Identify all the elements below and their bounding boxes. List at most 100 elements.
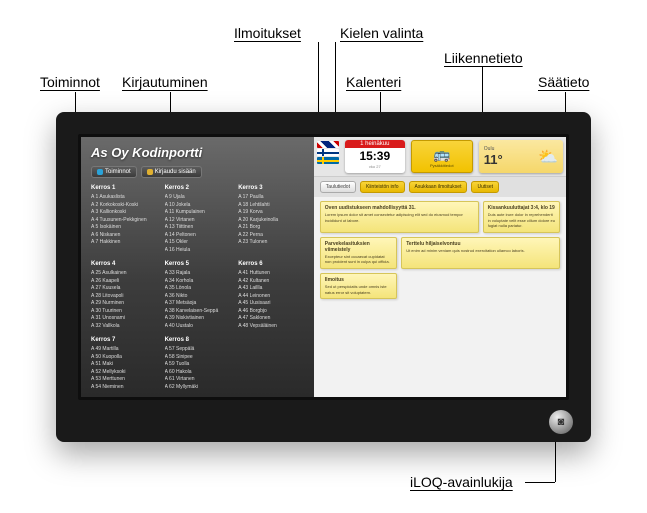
resident-entry: A 1 Asukaslista [91,194,157,202]
callout-iloq: iLOQ-avainlukija [410,474,513,490]
floor-list: A 33 RajalaA 34 KorholaA 35 LönolaA 36 N… [165,270,231,330]
tab-taulutiedot[interactable]: Taulutiedot [320,181,356,193]
floor-column: Kerros 5A 33 RajalaA 34 KorholaA 35 Löno… [165,260,231,330]
resident-entry: A 33 Rajala [165,270,231,278]
resident-entry: A 59 Tuolla [165,361,231,369]
tab-asukkaan-ilmoitukset[interactable]: Asukkaan ilmoitukset [409,181,468,193]
floor-heading: Kerros 5 [165,260,231,269]
notes-area: Oven uudistukseen mahdollisyyttä 31.Lore… [314,197,566,397]
resident-entry: A 31 Unosnami [91,315,157,323]
resident-entry: A 54 Nieminen [91,384,157,390]
note-card[interactable]: IlmoitusSed ut perspiciatis unde omnis i… [320,273,397,299]
callout-saatieto: Säätieto [538,74,589,90]
note-body: Ut enim ad minim veniam quis nostrud exe… [406,248,555,254]
resident-entry: A 37 Metsäoja [165,300,231,308]
note-title: Terttelu hiljaiselvontuu [406,241,555,247]
resident-entry: A 14 Peltonen [165,232,231,240]
language-selector[interactable] [314,137,342,176]
floor-column: Kerros 2A 9 UjalaA 10 JokelaA 11 Kumpula… [165,184,231,254]
floor-column: Kerros 1A 1 AsukaslistaA 2 Korkokoski-Ko… [91,184,157,254]
screen: As Oy Kodinportti Toiminnot Kirjaudu sis… [81,137,566,397]
resident-entry: A 48 Vepsäläinen [238,323,304,331]
flag-uk-icon[interactable] [317,141,339,148]
resident-entry: A 9 Ujala [165,194,231,202]
resident-entry: A 7 Hakkinen [91,239,157,247]
resident-entry: A 52 Mellyksoki [91,369,157,377]
floor-list: A 17 PaullaA 18 LehtilahtiA 19 KorvaA 20… [238,194,304,247]
resident-entry: A 50 Kuopolla [91,354,157,362]
floor-list: A 41 HuttunenA 42 KultanenA 43 Laillla A … [238,270,304,330]
note-card[interactable]: Oven uudistukseen mahdollisyyttä 31.Lore… [320,201,479,233]
right-panel: 1 heinäkuu 15:39 vko 27 🚌 Pysäkkitiedot … [314,137,566,397]
note-card[interactable]: Parvekelasituksien viimeistelyExcepteur … [320,237,397,269]
resident-entry: A 34 Korhola [165,278,231,286]
floor-heading: Kerros 7 [91,336,157,345]
note-title: Ilmoitus [325,277,392,283]
floor-list: A 9 UjalaA 10 JokelaA 11 KumpulainenA 12… [165,194,231,254]
transit-widget[interactable]: 🚌 Pysäkkitiedot [411,140,473,173]
note-body: Excepteur sint occaecat cupidatat non pr… [325,254,392,265]
resident-entry: A 42 Kultanen [238,278,304,286]
note-body: Sed ut perspiciatis unde omnis iste natu… [325,284,392,295]
resident-entry: A 36 Nikto [165,293,231,301]
tab-uutiset[interactable]: Uutiset [471,181,499,193]
iloq-key-reader[interactable]: ◙ [549,410,573,434]
callout-kirjautuminen: Kirjautuminen [122,74,208,90]
app-title: As Oy Kodinportti [91,145,304,160]
toiminnot-button[interactable]: Toiminnot [91,166,137,178]
resident-entry: A 15 Okler [165,239,231,247]
calendar-date: 1 heinäkuu [345,140,405,148]
resident-entry: A 10 Jokela [165,202,231,210]
grid-icon [97,169,103,175]
flag-fi-icon[interactable] [317,149,339,156]
resident-entry: A 18 Lehtilahti [238,202,304,210]
resident-entry: A 26 Kaapeli [91,278,157,286]
floor-column: Kerros 4A 25 AsulkainenA 26 KaapeliA 27 … [91,260,157,330]
floor-list: A 25 AsulkainenA 26 KaapeliA 27 KuuselaA… [91,270,157,330]
floor-heading: Kerros 3 [238,184,304,193]
calendar-widget[interactable]: 1 heinäkuu 15:39 vko 27 [345,140,405,173]
note-title: Kissankuuluttajat 3:4, klo 19 [488,205,555,211]
calendar-time: 15:39 [345,148,405,164]
key-icon [147,169,153,175]
resident-entry: A 11 Kumpulainen [165,209,231,217]
resident-entry: A 3 Kallionkoski [91,209,157,217]
resident-entry: A 17 Paulla [238,194,304,202]
flag-se-icon[interactable] [317,157,339,164]
tab-row: Taulutiedot Kiinteistön info Asukkaan il… [314,177,566,197]
resident-entry: A 39 Niskivtiainen [165,315,231,323]
resident-entry: A 43 Laillla [238,285,304,293]
login-label: Kirjaudu sisään [155,169,196,175]
weather-widget[interactable]: Oulu 11° ⛅ [479,140,563,173]
resident-entry: A 53 Merttunen [91,376,157,384]
resident-entry: A 30 Tuurinen [91,308,157,316]
resident-entry: A 49 Martilla [91,346,157,354]
note-card[interactable]: Terttelu hiljaiselvontuuUt enim ad minim… [401,237,560,269]
left-panel: As Oy Kodinportti Toiminnot Kirjaudu sis… [81,137,314,397]
floor-list: A 1 AsukaslistaA 2 Korkokoski-KoskiA 3 K… [91,194,157,247]
note-title: Parvekelasituksien viimeistely [325,241,392,253]
floor-column: Kerros 3A 17 PaullaA 18 LehtilahtiA 19 K… [238,184,304,254]
resident-entry: A 62 Myllymäki [165,384,231,390]
resident-entry: A 57 Seppälä [165,346,231,354]
callout-ilmoitukset: Ilmoitukset [234,25,301,41]
resident-entry: A 19 Korva [238,209,304,217]
weather-temp: 11° [484,152,503,167]
resident-entry: A 60 Hakola [165,369,231,377]
resident-entry: A 41 Huttunen [238,270,304,278]
floor-column: Kerros 8A 57 SeppäläA 58 SinipeeA 59 Tuo… [165,336,231,389]
resident-entry: A 5 Isokäinen [91,224,157,232]
widget-bar: 1 heinäkuu 15:39 vko 27 🚌 Pysäkkitiedot … [314,137,566,177]
line [525,482,555,483]
resident-entry: A 16 Heiula [165,247,231,255]
tab-kiinteiston-info[interactable]: Kiinteistön info [360,181,405,193]
toiminnot-label: Toiminnot [105,169,131,175]
login-button[interactable]: Kirjaudu sisään [141,166,202,178]
resident-directory: Kerros 1A 1 AsukaslistaA 2 Korkokoski-Ko… [91,184,304,389]
note-card[interactable]: Kissankuuluttajat 3:4, klo 19Duis aute i… [483,201,560,233]
callout-kielen-valinta: Kielen valinta [340,25,423,41]
callout-liikennetieto: Liikennetieto [444,50,523,66]
floor-heading: Kerros 8 [165,336,231,345]
floor-list: A 57 SeppäläA 58 SinipeeA 59 TuollaA 60 … [165,346,231,389]
resident-entry: A 61 Virtanen [165,376,231,384]
